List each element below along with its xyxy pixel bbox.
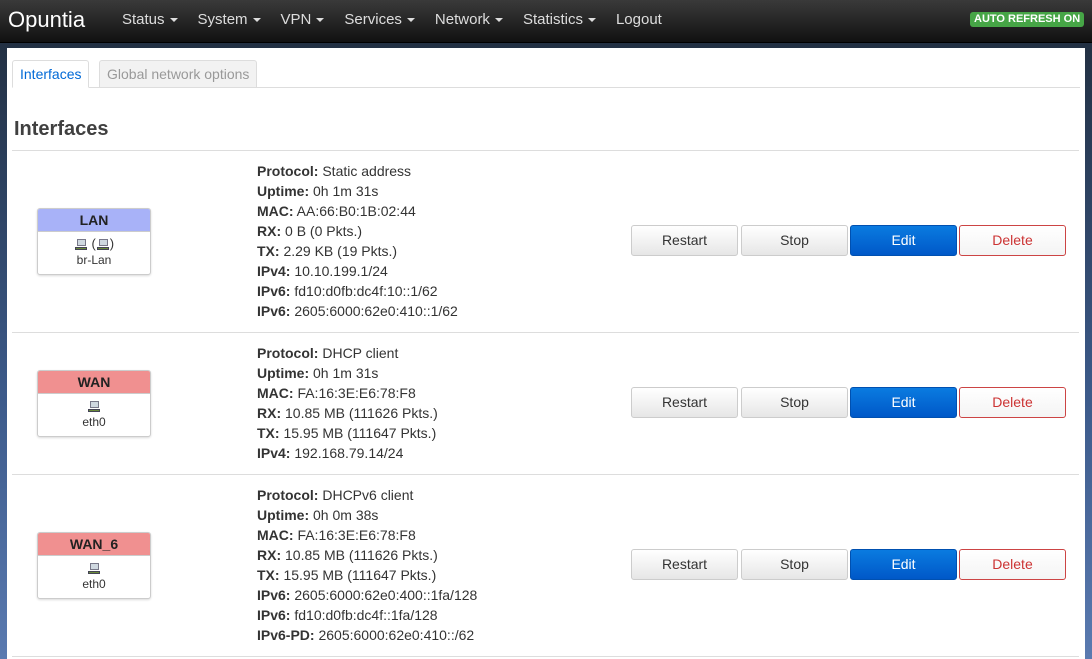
main-panel: Interfaces Global network options Interf… — [7, 48, 1085, 659]
menu-label: Logout — [615, 11, 662, 28]
menu-label: Services — [344, 11, 402, 28]
menu-label: VPN — [280, 11, 312, 28]
stop-button[interactable]: Stop — [741, 225, 848, 256]
info-line: RX: 10.85 MB (111626 Pkts.) — [257, 405, 438, 421]
bracket-open: ( — [87, 236, 96, 251]
top-navbar: Opuntia Status System VPN Services Netwo… — [0, 0, 1092, 43]
menu-status[interactable]: Status — [112, 0, 188, 43]
info-line: IPv6: fd10:d0fb:dc4f:10::1/62 — [257, 283, 438, 299]
restart-button[interactable]: Restart — [631, 225, 738, 256]
edit-button[interactable]: Edit — [850, 549, 957, 580]
interface-badge-lan: LAN () br-Lan — [37, 208, 151, 275]
info-line: Uptime: 0h 1m 31s — [257, 365, 379, 381]
menu-network[interactable]: Network — [425, 0, 513, 43]
caret-down-icon — [316, 18, 325, 23]
edit-button[interactable]: Edit — [850, 387, 957, 418]
interface-badge-wan: WAN eth0 — [37, 370, 151, 437]
info-line: IPv4: 192.168.79.14/24 — [257, 445, 404, 461]
divider — [12, 656, 1079, 657]
info-line: IPv4: 10.10.199.1/24 — [257, 263, 388, 279]
caret-down-icon — [252, 18, 261, 23]
tab-interfaces[interactable]: Interfaces — [12, 60, 90, 88]
caret-down-icon — [494, 18, 503, 23]
info-line: TX: 15.95 MB (111647 Pkts.) — [257, 567, 437, 583]
interface-device: br-Lan — [76, 253, 112, 267]
tab-global-network-options[interactable]: Global network options — [99, 60, 258, 88]
caret-down-icon — [406, 18, 415, 23]
section-title: Interfaces — [14, 118, 109, 140]
menu-label: System — [197, 11, 248, 28]
info-line: Protocol: Static address — [257, 163, 412, 179]
interface-icons — [38, 556, 150, 576]
main-menu: Status System VPN Services Network Stati… — [112, 0, 672, 43]
delete-button[interactable]: Delete — [959, 225, 1066, 256]
menu-label: Status — [122, 11, 165, 28]
restart-button[interactable]: Restart — [631, 387, 738, 418]
info-line: IPv6: 2605:6000:62e0:410::1/62 — [257, 303, 458, 319]
tab-bar: Interfaces Global network options — [12, 60, 1080, 88]
info-line: MAC: FA:16:3E:E6:78:F8 — [257, 527, 416, 543]
interface-device: eth0 — [82, 577, 106, 591]
info-line: TX: 15.95 MB (111647 Pkts.) — [257, 425, 437, 441]
ethernet-icon — [87, 400, 101, 414]
interface-row-lan: LAN () br-Lan Protocol: Static address U… — [12, 151, 1079, 332]
restart-button[interactable]: Restart — [631, 549, 738, 580]
ethernet-icon — [74, 238, 88, 252]
interface-info: Protocol: DHCP client Uptime: 0h 1m 31s … — [257, 343, 438, 463]
ethernet-icon — [87, 562, 101, 576]
stop-button[interactable]: Stop — [741, 549, 848, 580]
stop-button[interactable]: Stop — [741, 387, 848, 418]
menu-label: Statistics — [522, 11, 583, 28]
delete-button[interactable]: Delete — [959, 387, 1066, 418]
interface-badge-wan6: WAN_6 eth0 — [37, 532, 151, 599]
edit-button[interactable]: Edit — [850, 225, 957, 256]
interface-name: LAN — [38, 209, 150, 232]
info-line: IPv6-PD: 2605:6000:62e0:410::/62 — [257, 627, 475, 643]
info-line: Protocol: DHCP client — [257, 345, 399, 361]
menu-services[interactable]: Services — [334, 0, 425, 43]
info-line: IPv6: fd10:d0fb:dc4f::1fa/128 — [257, 607, 438, 623]
bracket-close: ) — [109, 236, 115, 251]
interface-icons — [38, 394, 150, 414]
interface-name: WAN_6 — [38, 533, 150, 556]
info-line: RX: 0 B (0 Pkts.) — [257, 223, 363, 239]
info-line: MAC: AA:66:B0:1B:02:44 — [257, 203, 416, 219]
menu-vpn[interactable]: VPN — [271, 0, 335, 43]
interface-device: eth0 — [82, 415, 106, 429]
menu-system[interactable]: System — [188, 0, 271, 43]
caret-down-icon — [587, 18, 596, 23]
info-line: Protocol: DHCPv6 client — [257, 487, 414, 503]
auto-refresh-badge[interactable]: AUTO REFRESH ON — [970, 12, 1085, 27]
interface-icons: () — [38, 232, 150, 252]
brand-logo[interactable]: Opuntia — [8, 6, 85, 34]
interface-name: WAN — [38, 371, 150, 394]
menu-label: Network — [434, 11, 490, 28]
info-line: MAC: FA:16:3E:E6:78:F8 — [257, 385, 416, 401]
delete-button[interactable]: Delete — [959, 549, 1066, 580]
info-line: TX: 2.29 KB (19 Pkts.) — [257, 243, 398, 259]
info-line: RX: 10.85 MB (111626 Pkts.) — [257, 547, 438, 563]
interface-row-wan: WAN eth0 Protocol: DHCP client Uptime: 0… — [12, 333, 1079, 474]
caret-down-icon — [169, 18, 178, 23]
menu-statistics[interactable]: Statistics — [513, 0, 606, 43]
info-line: Uptime: 0h 1m 31s — [257, 183, 379, 199]
ethernet-icon — [96, 238, 110, 252]
interface-row-wan6: WAN_6 eth0 Protocol: DHCPv6 client Uptim… — [12, 475, 1079, 656]
info-line: IPv6: 2605:6000:62e0:400::1fa/128 — [257, 587, 478, 603]
interface-info: Protocol: DHCPv6 client Uptime: 0h 0m 38… — [257, 485, 477, 645]
info-line: Uptime: 0h 0m 38s — [257, 507, 379, 523]
interface-info: Protocol: Static address Uptime: 0h 1m 3… — [257, 161, 458, 321]
menu-logout[interactable]: Logout — [606, 0, 672, 43]
